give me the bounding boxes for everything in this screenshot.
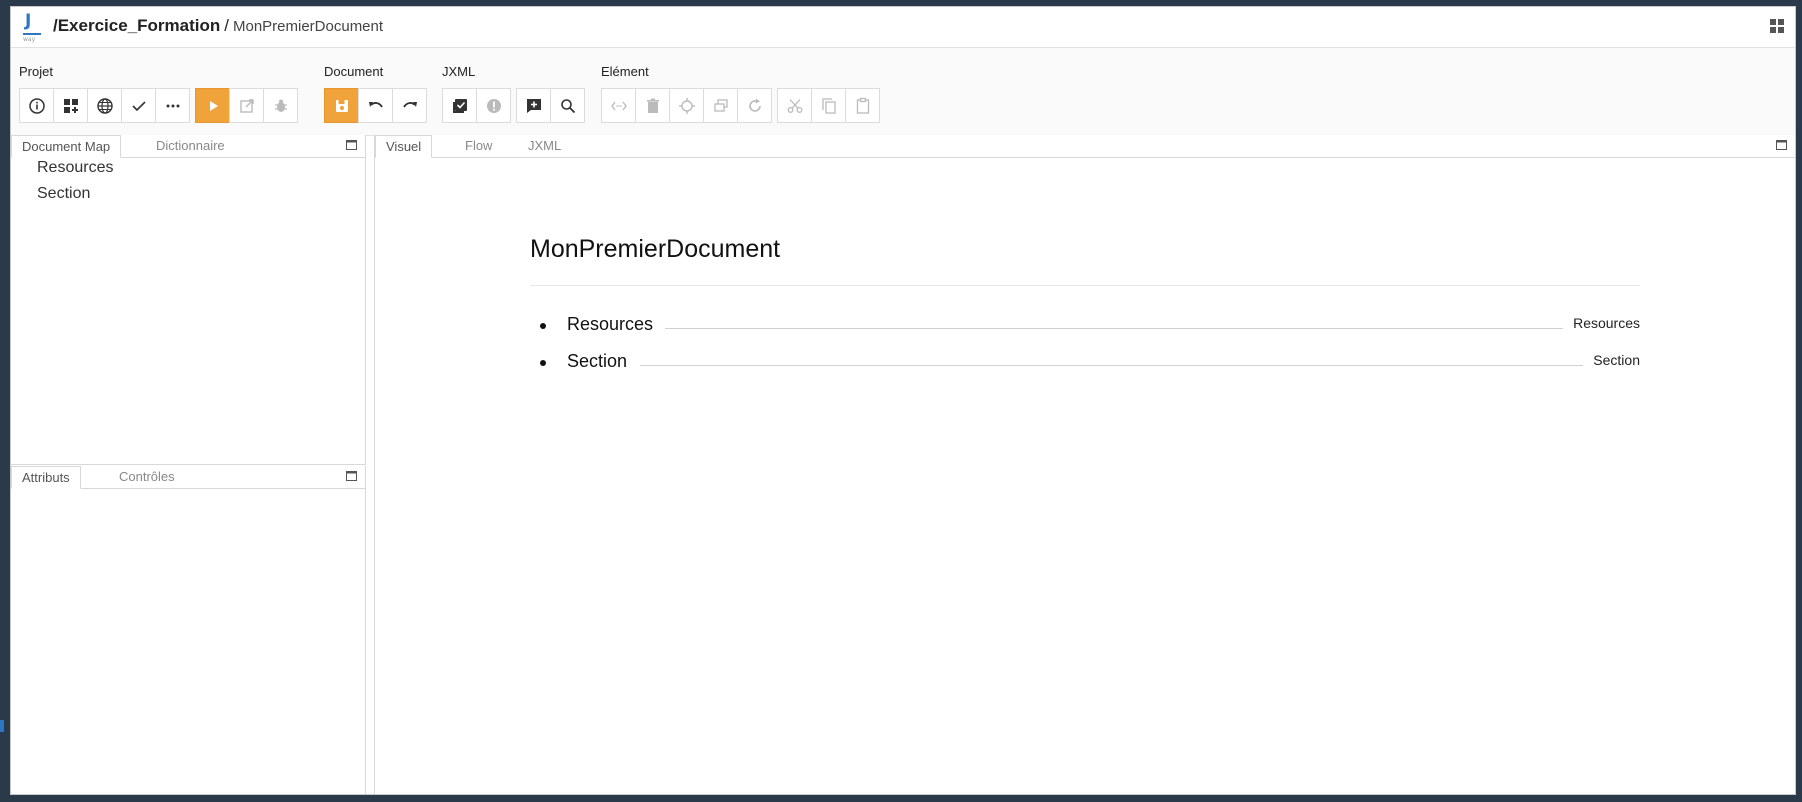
document-map-tabs: Document Map Dictionnaire [11, 135, 365, 158]
more-dots-icon [166, 104, 179, 107]
editor-panel: Visuel Flow JXML MonPremierDocument Reso… [374, 135, 1795, 794]
jxml-error-button[interactable] [476, 88, 511, 123]
save-icon [335, 99, 348, 112]
undo-icon [368, 101, 383, 108]
undo-button[interactable] [358, 88, 393, 123]
debug-button[interactable] [263, 88, 298, 123]
code-button[interactable] [601, 88, 636, 123]
document-name: MonPremierDocument [232, 18, 384, 35]
project-path[interactable]: /Exercice_Formation [53, 16, 220, 35]
info-button[interactable] [19, 88, 54, 123]
toc-entry-resources[interactable]: Resources Resources [540, 314, 1640, 338]
tab-flow[interactable]: Flow [455, 135, 502, 157]
title-divider [530, 285, 1640, 286]
maximize-icon[interactable] [346, 471, 357, 481]
group-label-jxml: JXML [442, 64, 476, 79]
clipboard-icon [856, 97, 869, 114]
path-separator: / [224, 16, 229, 35]
check-icon [131, 100, 146, 111]
search-button[interactable] [550, 88, 585, 123]
tab-controles[interactable]: Contrôles [109, 466, 185, 488]
maximize-icon[interactable] [346, 140, 357, 150]
toc-leader-line [665, 328, 1565, 329]
save-button[interactable] [324, 88, 359, 123]
toc-label[interactable]: Resources [567, 314, 662, 335]
bug-icon [274, 99, 287, 112]
layers-icon [713, 98, 728, 112]
external-link-icon [239, 98, 254, 113]
scissors-icon [787, 98, 802, 113]
code-brackets-icon [610, 101, 627, 110]
editor-tabs: Visuel Flow JXML [375, 135, 1795, 158]
grid-add-icon [63, 98, 78, 113]
search-icon [560, 98, 575, 113]
attributes-tabs: Attributs Contrôles [11, 466, 365, 489]
jxml-check-button[interactable] [442, 88, 477, 123]
paste-button[interactable] [845, 88, 880, 123]
alert-badge-icon [486, 98, 501, 113]
bullet-icon [540, 360, 546, 366]
info-icon [28, 97, 45, 114]
copy-icon [821, 97, 836, 114]
group-label-element: Elément [601, 64, 649, 79]
open-external-button[interactable] [229, 88, 264, 123]
toc-label[interactable]: Section [567, 351, 636, 372]
redo-icon [402, 101, 417, 108]
copy-button[interactable] [811, 88, 846, 123]
tab-jxml[interactable]: JXML [518, 135, 571, 157]
bullet-icon [540, 323, 546, 329]
document-map-panel: Document Map Dictionnaire Resources Sect… [11, 135, 366, 465]
toolbar: Projet Document JXML Elément [11, 48, 1795, 136]
attributes-panel: Attributs Contrôles [11, 466, 366, 794]
tree-item-resources[interactable]: Resources [37, 159, 113, 177]
add-module-button[interactable] [53, 88, 88, 123]
delete-button[interactable] [635, 88, 670, 123]
redo-button[interactable] [392, 88, 427, 123]
cut-button[interactable] [777, 88, 812, 123]
play-icon [209, 100, 218, 111]
toc-entry-section[interactable]: Section Section [540, 351, 1640, 375]
jway-logo-icon: Jway [21, 11, 45, 43]
toc-reference: Section [1583, 352, 1640, 368]
group-label-projet: Projet [19, 64, 53, 79]
crosshair-icon [678, 97, 695, 114]
language-button[interactable] [87, 88, 122, 123]
refresh-icon [748, 98, 761, 112]
validate-button[interactable] [121, 88, 156, 123]
duplicate-element-button[interactable] [703, 88, 738, 123]
more-button[interactable] [155, 88, 190, 123]
maximize-icon[interactable] [1776, 140, 1787, 150]
toc-reference: Resources [1563, 315, 1640, 331]
document-title: MonPremierDocument [530, 235, 781, 263]
dashboard-grid-icon[interactable] [1769, 18, 1785, 34]
tree-item-section[interactable]: Section [37, 185, 90, 203]
refresh-button[interactable] [737, 88, 772, 123]
checkbox-stack-icon [452, 98, 467, 113]
trash-icon [646, 98, 659, 113]
locate-button[interactable] [669, 88, 704, 123]
title-bar: Jway /Exercice_Formation / MonPremierDocum… [11, 7, 1795, 48]
globe-icon [96, 97, 113, 114]
tab-attributs[interactable]: Attributs [11, 466, 81, 489]
group-label-document: Document [324, 64, 384, 79]
comment-add-icon [526, 98, 541, 113]
tab-document-map[interactable]: Document Map [11, 135, 122, 158]
app-window: Jway /Exercice_Formation / MonPremierDocum… [10, 6, 1796, 795]
breadcrumb: /Exercice_Formation / MonPremierDocument [53, 16, 383, 36]
tab-visuel[interactable]: Visuel [375, 135, 433, 158]
desktop-edge-mark [0, 720, 4, 732]
tab-dictionnaire[interactable]: Dictionnaire [146, 135, 235, 157]
toc-leader-line [640, 365, 1585, 366]
add-comment-button[interactable] [516, 88, 551, 123]
run-button[interactable] [195, 88, 230, 123]
